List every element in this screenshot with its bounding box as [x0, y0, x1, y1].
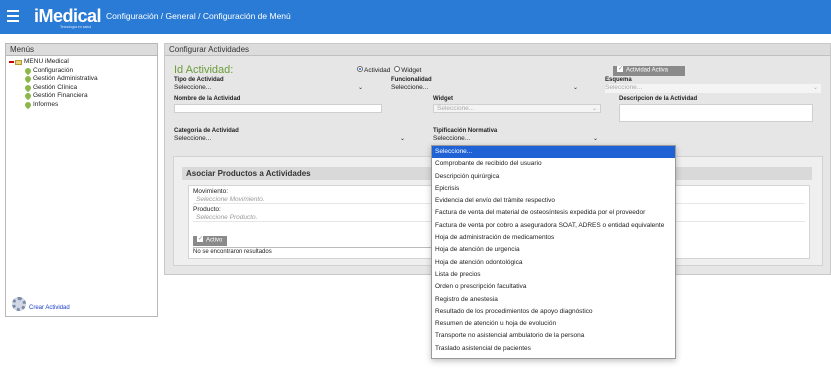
tree-item-label: Gestión Financiera	[33, 92, 88, 99]
tree-item-label: Informes	[33, 100, 59, 108]
top-bar: iMedical Tecnología en salud Configuraci…	[0, 0, 831, 34]
breadcrumb: Configuración / General / Configuración …	[106, 11, 291, 21]
nombre-actividad-label: Nombre de la Actividad	[174, 96, 241, 102]
menu-icon[interactable]	[7, 10, 19, 22]
activo-label: Activo	[206, 237, 223, 244]
dropdown-option[interactable]: Lista de precios	[432, 269, 675, 281]
menu-tree: MENU iMedical Configuración Gestión Admi…	[6, 56, 157, 111]
radio-actividad-label: Actividad	[364, 67, 391, 74]
gear-icon	[12, 297, 26, 311]
tree-item-configuracion[interactable]: Configuración	[9, 67, 154, 76]
chevron-down-icon: ⌄	[592, 136, 598, 142]
activo-button[interactable]: Activo	[193, 235, 227, 246]
id-actividad-label: Id Actividad:	[174, 64, 234, 76]
folder-icon	[15, 59, 22, 65]
panel-title: Configurar Actividades	[165, 44, 830, 56]
tree-item-label: Configuración	[33, 66, 74, 74]
chevron-down-icon: ⌄	[812, 85, 818, 91]
dropdown-option[interactable]: Factura de venta del material de osteosí…	[432, 207, 675, 219]
descripcion-textarea[interactable]	[619, 104, 813, 122]
esquema-select[interactable]: Seleccione... ⌄	[605, 84, 821, 93]
producto-label: Producto:	[193, 206, 221, 213]
tree-item-gestion-clinica[interactable]: Gestión Clínica	[9, 84, 154, 93]
radio-widget[interactable]	[394, 66, 401, 73]
dropdown-option[interactable]: Resultado de los procedimientos de apoyo…	[432, 306, 675, 318]
sidebar-title: Menús	[6, 44, 157, 56]
tree-item-label: Gestión Administrativa	[33, 75, 98, 82]
sidebar-footer: Crear Actividad	[12, 297, 70, 311]
tree-root-label: MENU iMedical	[24, 58, 69, 65]
tipo-actividad-value: Seleccione...	[174, 84, 212, 91]
funcionalidad-label: Funcionalidad	[391, 77, 432, 83]
chevron-down-icon: ⌄	[591, 106, 597, 112]
dropdown-option[interactable]: Registro de anestesia	[432, 294, 675, 306]
tipo-actividad-label: Tipo de Actividad	[174, 77, 224, 83]
chevron-down-icon: ⌄	[357, 85, 363, 91]
checkbox-icon	[617, 65, 623, 72]
dropdown-option[interactable]: Hoja de atención de urgencia	[432, 244, 675, 256]
sidebar-panel: Menús MENU iMedical Configuración Gestió…	[5, 43, 158, 317]
crear-actividad-link[interactable]: Crear Actividad	[29, 305, 70, 311]
radio-widget-label: Widget	[401, 67, 422, 74]
tipificacion-select[interactable]: Seleccione... ⌄	[433, 135, 601, 144]
chevron-down-icon: ⌄	[399, 136, 405, 142]
radio-actividad[interactable]	[357, 66, 363, 73]
dropdown-option[interactable]: Transporte no asistencial ambulatorio de…	[432, 330, 675, 342]
checkbox-icon	[197, 235, 203, 242]
dropdown-option[interactable]: Comprobante de recibido del usuario	[432, 158, 675, 170]
categoria-value: Seleccione...	[174, 135, 212, 142]
dropdown-option[interactable]: Traslado asistencial de pacientes	[432, 343, 675, 355]
actividad-activa-label: Actividad Activa	[626, 67, 669, 74]
nombre-actividad-input[interactable]	[174, 104, 382, 113]
leaf-icon	[23, 83, 33, 92]
tree-item-gestion-administrativa[interactable]: Gestión Administrativa	[9, 75, 154, 84]
categoria-label: Categoria de Actividad	[174, 128, 239, 134]
widget-value: Seleccione...	[437, 105, 475, 112]
tipo-actividad-select[interactable]: Seleccione... ⌄	[174, 84, 366, 93]
dropdown-option[interactable]: Orden o prescripción facultativa	[432, 281, 675, 293]
tipificacion-label: Tipificación Normativa	[433, 128, 498, 134]
dropdown-option[interactable]: Epicrisis	[432, 183, 675, 195]
esquema-label: Esquema	[605, 77, 632, 83]
movimiento-placeholder: Seleccione Movimiento.	[196, 196, 265, 203]
leaf-icon	[23, 66, 33, 75]
logo[interactable]: iMedical Tecnología en salud	[34, 6, 102, 29]
collapse-icon[interactable]	[9, 61, 14, 64]
widget-select[interactable]: Seleccione... ⌄	[433, 104, 601, 113]
logo-text: iMedical	[34, 6, 102, 26]
tree-item-label: Gestión Clínica	[33, 83, 78, 91]
leaf-icon	[23, 75, 33, 84]
producto-placeholder: Seleccione Producto.	[196, 214, 258, 221]
dropdown-option[interactable]: Resumen de atención u hoja de evolución	[432, 318, 675, 330]
tipificacion-value: Seleccione...	[433, 135, 471, 142]
leaf-icon	[23, 100, 33, 109]
dropdown-option[interactable]: Seleccione...	[432, 146, 675, 159]
dropdown-option[interactable]: Factura de venta por cobro a aseguradora…	[432, 220, 675, 232]
widget-label: Widget	[433, 96, 453, 102]
actividad-activa-button[interactable]: Actividad Activa	[613, 65, 685, 76]
tree-root[interactable]: MENU iMedical	[9, 58, 154, 67]
leaf-icon	[23, 92, 33, 101]
dropdown-option[interactable]: Descripción quirúrgica	[432, 171, 675, 183]
type-radio-group: Actividad Widget	[357, 66, 422, 74]
chevron-down-icon: ⌄	[572, 85, 578, 91]
categoria-select[interactable]: Seleccione... ⌄	[174, 135, 408, 144]
tipificacion-dropdown-list[interactable]: Seleccione... Comprobante de recibido del…	[431, 145, 676, 359]
funcionalidad-select[interactable]: Seleccione... ⌄	[391, 84, 581, 93]
logo-tagline: Tecnología en salud	[60, 25, 92, 29]
dropdown-option[interactable]: Hoja de administración de medicamentos	[432, 232, 675, 244]
funcionalidad-value: Seleccione...	[391, 84, 429, 91]
descripcion-label: Descripcion de la Actividad	[619, 96, 698, 102]
movimiento-label: Movimiento:	[193, 188, 229, 195]
tree-item-gestion-financiera[interactable]: Gestión Financiera	[9, 92, 154, 101]
tree-item-informes[interactable]: Informes	[9, 101, 154, 110]
no-results-text: No se encontraron resultados	[193, 247, 433, 255]
esquema-value: Seleccione...	[605, 84, 643, 91]
dropdown-option[interactable]: Hoja de atención odontológica	[432, 257, 675, 269]
dropdown-option[interactable]: Evidencia del envío del trámite respecti…	[432, 195, 675, 207]
